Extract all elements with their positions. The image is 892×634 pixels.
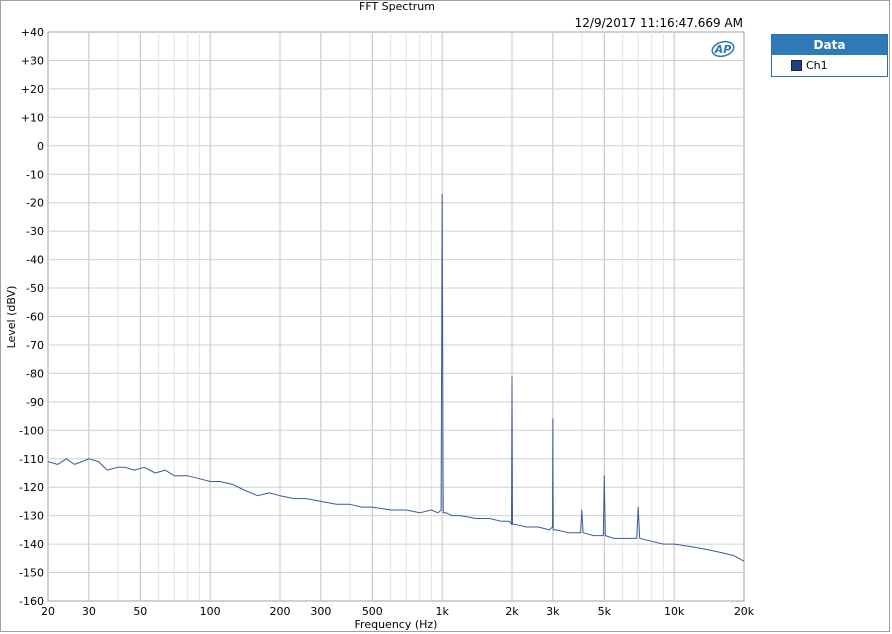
legend-item-ch1[interactable]: Ch1 bbox=[772, 55, 887, 76]
y-tick-label: -150 bbox=[19, 567, 44, 580]
y-tick-label: -20 bbox=[26, 197, 44, 210]
y-tick-label: -60 bbox=[26, 311, 44, 324]
y-tick-label: -50 bbox=[26, 282, 44, 295]
legend-item-label: Ch1 bbox=[806, 59, 828, 72]
y-tick-label: -10 bbox=[26, 168, 44, 181]
x-tick-label: 1k bbox=[435, 605, 449, 618]
y-tick-label: -30 bbox=[26, 225, 44, 238]
y-tick-label: -120 bbox=[19, 481, 44, 494]
x-tick-label: 2k bbox=[505, 605, 519, 618]
x-tick-label: 100 bbox=[200, 605, 221, 618]
x-tick-label: 5k bbox=[598, 605, 612, 618]
y-tick-label: -70 bbox=[26, 339, 44, 352]
x-tick-label: 300 bbox=[310, 605, 331, 618]
major-grid bbox=[48, 32, 744, 601]
chart-title: FFT Spectrum bbox=[359, 0, 435, 13]
legend-swatch bbox=[791, 60, 802, 71]
legend: Data Ch1 bbox=[771, 34, 888, 77]
y-tick-label: -80 bbox=[26, 367, 44, 380]
x-tick-label: 3k bbox=[546, 605, 560, 618]
x-tick-label: 10k bbox=[664, 605, 685, 618]
y-tick-label: -140 bbox=[19, 538, 44, 551]
x-tick-label: 30 bbox=[82, 605, 96, 618]
y-tick-label: +20 bbox=[21, 83, 44, 96]
x-tick-label: 200 bbox=[270, 605, 291, 618]
x-axis-label: Frequency (Hz) bbox=[355, 618, 438, 631]
x-tick-labels: 20 30 50 100 200 300 500 1k 2k 3k 5k 10k 20k bbox=[41, 605, 755, 618]
y-tick-label: +30 bbox=[21, 54, 44, 67]
ap-logo-text: AP bbox=[714, 43, 732, 56]
y-tick-label: -100 bbox=[19, 424, 44, 437]
y-tick-label: 0 bbox=[37, 140, 44, 153]
y-tick-label: -130 bbox=[19, 510, 44, 523]
y-tick-label: -90 bbox=[26, 396, 44, 409]
y-tick-label: -40 bbox=[26, 254, 44, 267]
y-tick-label: +10 bbox=[21, 111, 44, 124]
y-tick-label: -110 bbox=[19, 453, 44, 466]
y-tick-label: +40 bbox=[21, 26, 44, 39]
legend-header: Data bbox=[772, 35, 887, 55]
x-tick-label: 20k bbox=[734, 605, 755, 618]
x-tick-label: 50 bbox=[133, 605, 147, 618]
fft-chart: FFT Spectrum 12/9/2017 11:16:47.669 AM +… bbox=[5, 0, 755, 631]
y-tick-labels: +40 +30 +20 +10 0 -10 -20 -30 -40 -50 -60 -70 -80 -90… bbox=[19, 26, 44, 608]
y-axis-label: Level (dBV) bbox=[5, 286, 18, 349]
timestamp-label: 12/9/2017 11:16:47.669 AM bbox=[575, 16, 743, 30]
x-tick-label: 20 bbox=[41, 605, 55, 618]
x-tick-label: 500 bbox=[362, 605, 383, 618]
